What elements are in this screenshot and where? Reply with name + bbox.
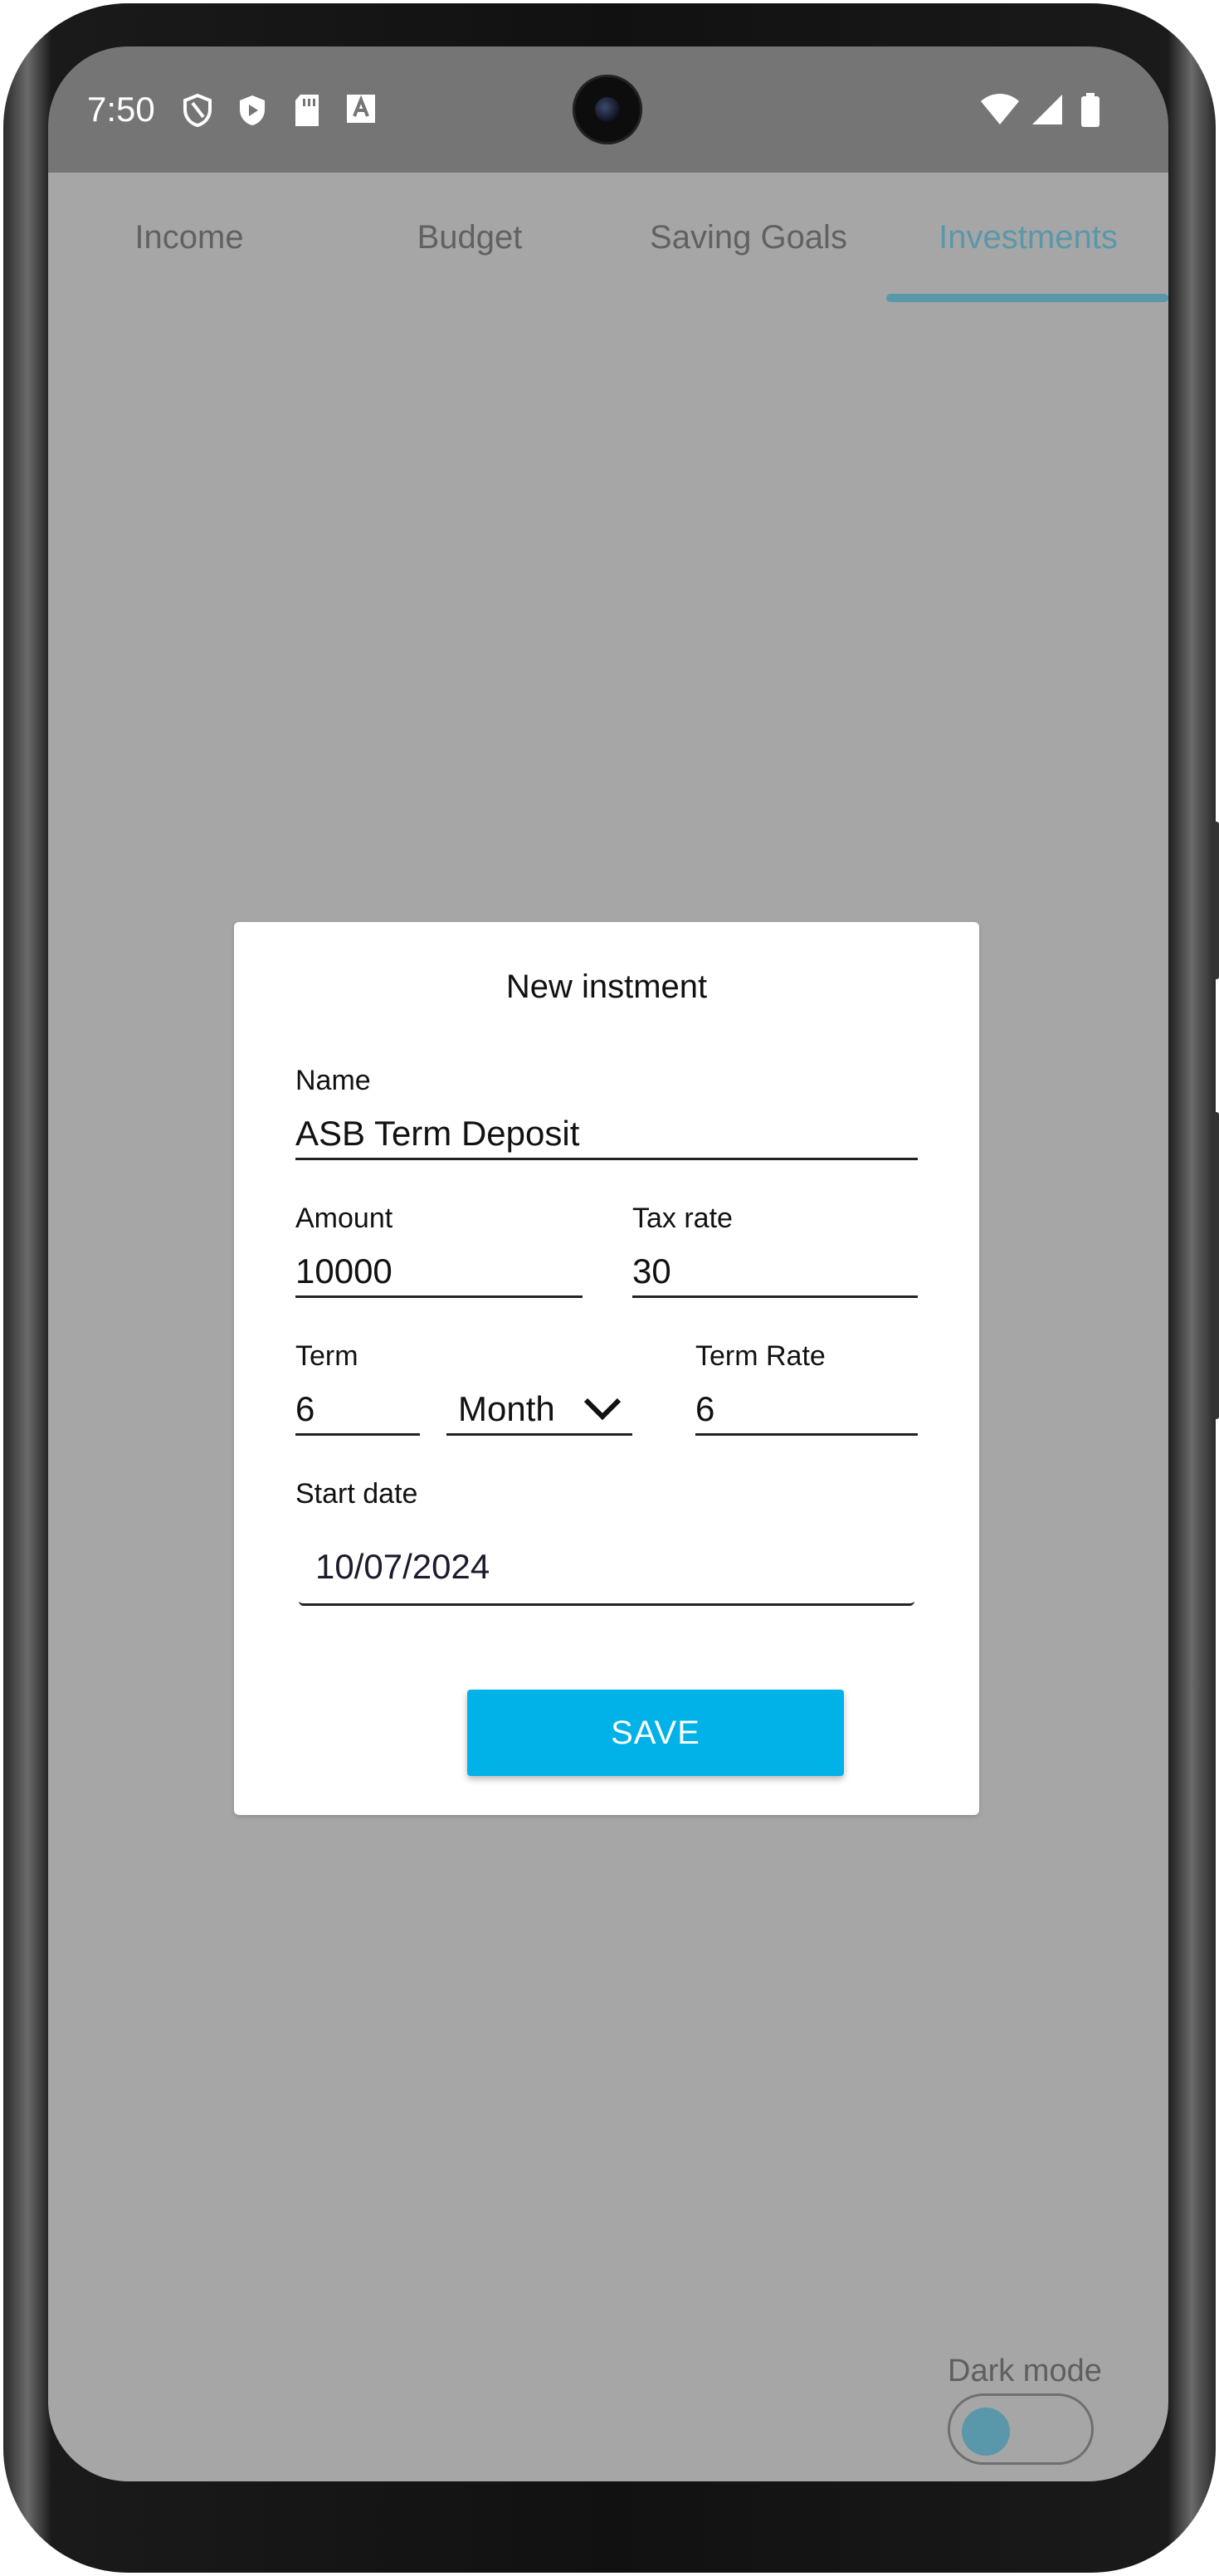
term-rate-value: 6 — [695, 1389, 715, 1428]
tax-rate-value: 30 — [632, 1251, 671, 1290]
tab-bar: Income Budget Saving Goals Investments — [48, 173, 1168, 305]
term-unit-value: Month — [458, 1389, 555, 1428]
volume-button — [1214, 822, 1219, 979]
name-value: ASB Term Deposit — [295, 1114, 580, 1153]
screen: 7:50 Income Budget Saving Goals Investme… — [48, 46, 1168, 2481]
tab-saving-goals[interactable]: Saving Goals — [609, 173, 888, 302]
start-date-field[interactable]: 10/07/2024 — [299, 1528, 914, 1606]
term-value: 6 — [295, 1389, 315, 1428]
new-investment-dialog: New instment Name ASB Term Deposit Amoun… — [234, 922, 979, 1815]
amount-value: 10000 — [295, 1251, 393, 1290]
dark-mode-toggle[interactable] — [948, 2393, 1094, 2465]
term-label: Term — [295, 1340, 358, 1372]
start-date-value: 10/07/2024 — [315, 1547, 490, 1586]
start-date-label: Start date — [295, 1478, 418, 1510]
dialog-title: New instment — [505, 968, 708, 1005]
term-field[interactable]: 6 — [295, 1385, 420, 1436]
status-time: 7:50 — [87, 90, 155, 129]
play-shield-icon — [240, 95, 265, 125]
term-rate-field[interactable]: 6 — [695, 1385, 918, 1436]
tax-rate-field[interactable]: 30 — [632, 1247, 918, 1298]
name-field[interactable]: ASB Term Deposit — [295, 1110, 918, 1160]
shield-outline-icon — [183, 93, 212, 128]
wifi-icon — [981, 94, 1019, 124]
tax-rate-label: Tax rate — [632, 1203, 733, 1234]
name-label: Name — [295, 1065, 371, 1096]
front-camera — [573, 75, 642, 144]
app-area: Income Budget Saving Goals Investments N… — [48, 173, 1168, 2481]
status-bar: 7:50 — [48, 46, 1168, 173]
tab-income[interactable]: Income — [48, 173, 330, 302]
phone-frame: 7:50 Income Budget Saving Goals Investme… — [0, 0, 1219, 2576]
term-rate-label: Term Rate — [695, 1340, 826, 1372]
active-tab-indicator — [886, 294, 1168, 302]
power-button — [1214, 1112, 1219, 1419]
amount-label: Amount — [295, 1203, 393, 1234]
toggle-knob — [962, 2408, 1010, 2456]
battery-icon — [1081, 93, 1100, 127]
term-unit-select[interactable]: Month — [446, 1385, 632, 1436]
chevron-down-icon — [583, 1398, 622, 1421]
sd-card-icon — [295, 95, 319, 126]
tab-investments[interactable]: Investments — [888, 173, 1168, 302]
tab-budget[interactable]: Budget — [330, 173, 609, 302]
signal-icon — [1032, 95, 1062, 124]
amount-field[interactable]: 10000 — [295, 1247, 583, 1298]
dark-mode-label: Dark mode — [948, 2354, 1102, 2388]
font-a-icon — [347, 95, 375, 123]
save-button[interactable]: SAVE — [467, 1690, 844, 1776]
